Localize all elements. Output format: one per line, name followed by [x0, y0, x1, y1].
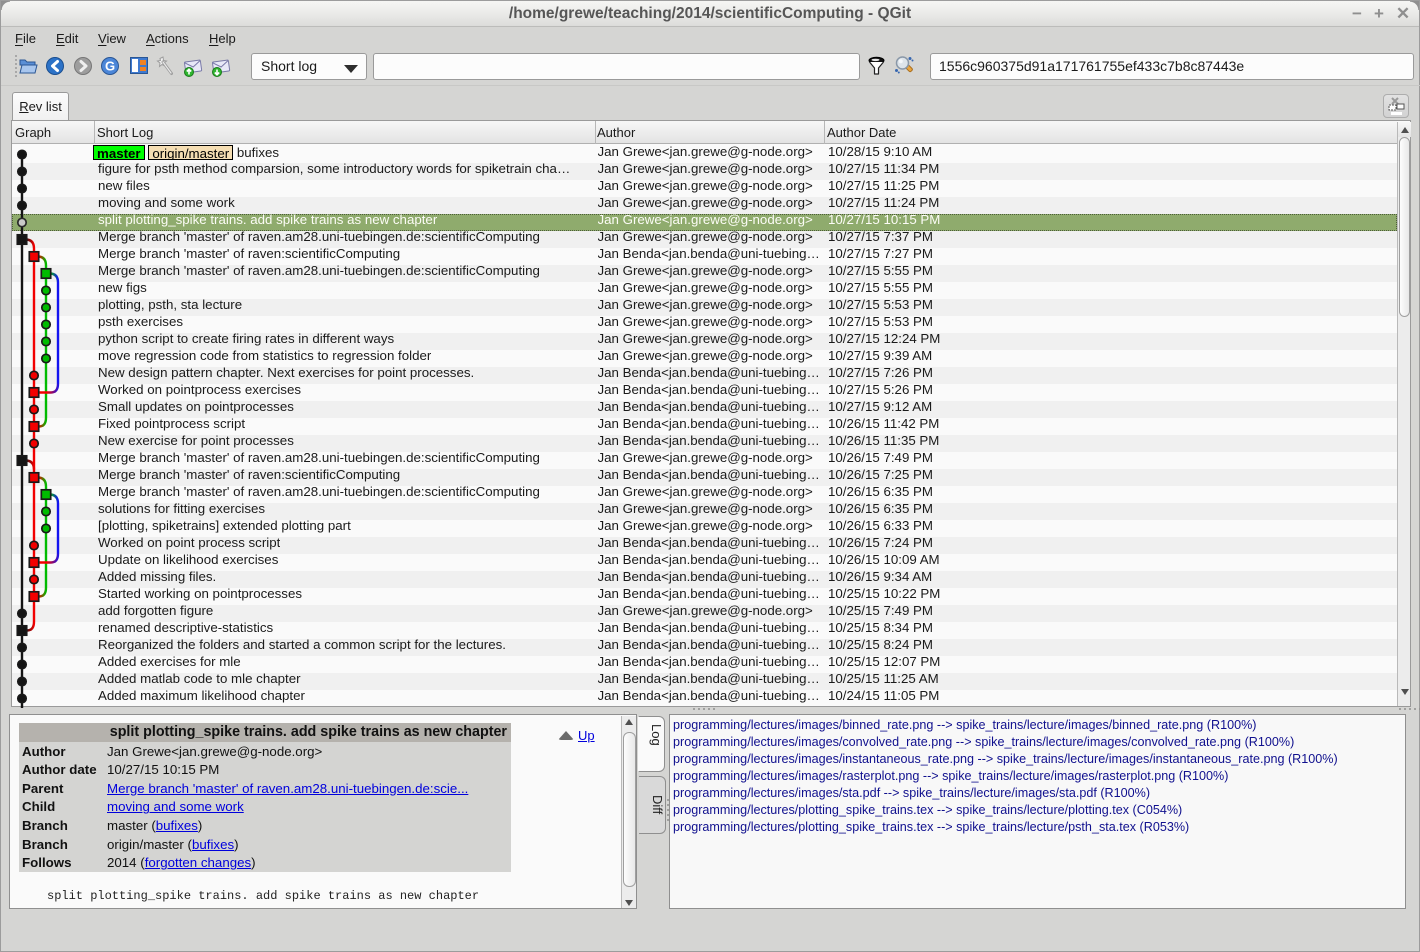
- svg-text:G: G: [105, 59, 115, 74]
